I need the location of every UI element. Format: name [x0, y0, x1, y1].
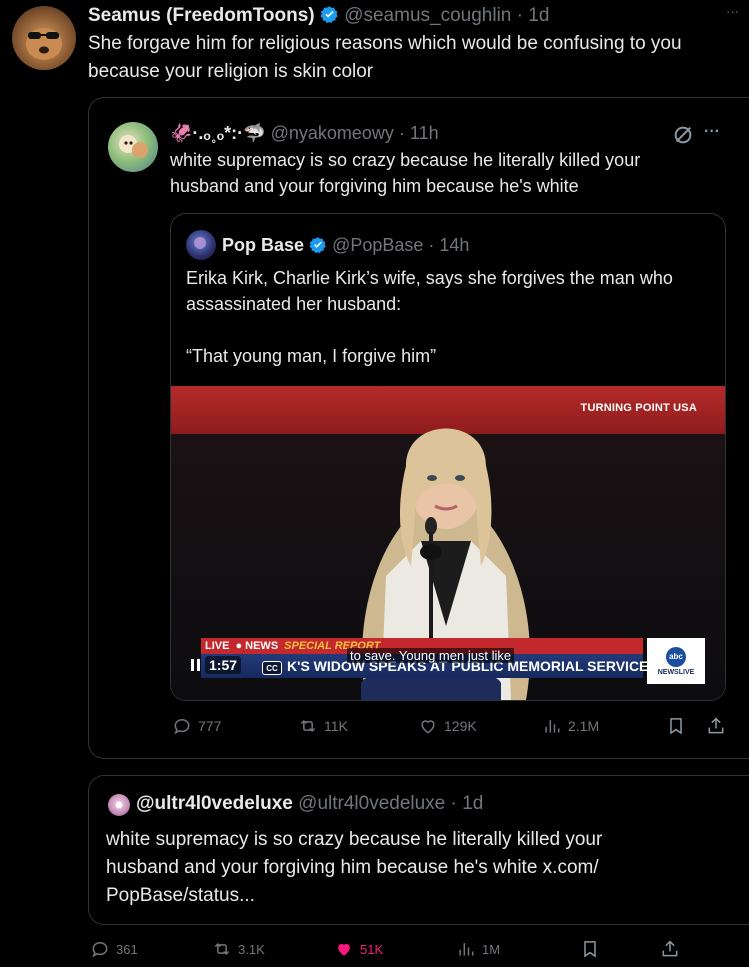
reply-text-line3: PopBase/status...	[106, 885, 255, 906]
heart-filled-icon	[338, 944, 350, 956]
reply-header: @ultr4l0vedeluxe @ultr4l0vedeluxe · 1d	[136, 792, 483, 816]
main-view-count: 1M	[482, 941, 501, 957]
nested-quote-text: Erika Kirk, Charlie Kirk’s wife, says sh…	[186, 265, 716, 369]
reply-text: white supremacy is so crazy because he l…	[106, 826, 736, 910]
heart-icon	[421, 720, 435, 734]
main-tweet-text: She forgave him for religious reasons wh…	[88, 30, 743, 86]
separator-dot: ·	[511, 5, 529, 26]
more-options-icon[interactable]: ···	[726, 4, 739, 19]
reply-handle[interactable]: @ultr4l0vedeluxe	[298, 793, 445, 814]
quoted-more-icon[interactable]: ···	[704, 123, 720, 141]
flower-avatar-icon	[115, 801, 123, 809]
main-like-count: 51K	[360, 941, 384, 957]
cartoon-avatar-icon	[119, 135, 148, 158]
share-icon[interactable]	[660, 939, 680, 959]
quoted-time[interactable]: 11h	[410, 123, 439, 143]
abc-logo-circle: abc	[666, 646, 686, 667]
reply-icon	[174, 718, 190, 735]
nested-quote-line: “That young man, I forgive him”	[186, 346, 437, 366]
quoted-like-count: 129K	[444, 718, 477, 734]
main-text-line2: because your religion is skin color	[88, 61, 374, 82]
quoted-handle[interactable]: @nyakomeowy	[271, 123, 394, 143]
quoted-views-button[interactable]: 2.1M	[542, 716, 599, 736]
popbase-avatar[interactable]	[186, 230, 216, 260]
closed-caption-text: to save. Young men just like	[347, 648, 515, 663]
separator-dot: ·	[423, 235, 440, 255]
news-label: ● NEWS	[235, 640, 279, 652]
quoted-tweet-text: white supremacy is so crazy because he l…	[170, 147, 730, 199]
microphone-icon	[420, 517, 442, 644]
grok-icon[interactable]	[672, 124, 694, 146]
separator-dot: ·	[445, 793, 463, 814]
main-like-button[interactable]: 51K	[334, 939, 383, 959]
quoted-repost-button[interactable]: 11K	[298, 716, 348, 736]
main-display-name[interactable]: Seamus (FreedomToons)	[88, 5, 315, 26]
views-chart-icon	[459, 943, 474, 956]
bookmark-icon[interactable]	[666, 716, 686, 736]
bookmark-icon[interactable]	[580, 939, 600, 959]
share-icon[interactable]	[706, 716, 726, 736]
quoted-avatar[interactable]	[108, 122, 158, 172]
video-player[interactable]: TURNING POINT USA LIVE ● NEWS SPECIAL RE…	[171, 386, 725, 700]
video-timestamp: 1:57	[205, 656, 242, 674]
separator-dot: ·	[393, 123, 410, 143]
views-chart-icon	[545, 720, 560, 733]
nested-text-line1: Erika Kirk, Charlie Kirk’s wife, says sh…	[186, 268, 673, 288]
stage-banner-text: TURNING POINT USA	[580, 402, 697, 414]
popbase-time[interactable]: 14h	[439, 235, 469, 255]
reply-icon	[92, 941, 108, 958]
pause-button[interactable]	[191, 659, 200, 671]
main-views-button[interactable]: 1M	[456, 939, 500, 959]
reply-display-name[interactable]: @ultr4l0vedeluxe	[136, 793, 293, 814]
popbase-handle[interactable]: @PopBase	[332, 235, 423, 255]
nested-text-line2: assassinated her husband:	[186, 294, 402, 314]
quoted-tweet-header: 🦑·.ₒ˳ₒ*:·🦈 @nyakomeowy · 11h	[170, 121, 439, 145]
cc-button[interactable]: CC	[262, 661, 282, 675]
repost-icon	[214, 942, 230, 956]
quoted-repost-count: 11K	[324, 718, 348, 734]
reply-time[interactable]: 1d	[462, 793, 483, 814]
abc-news-live-logo: abc NEWSLIVE	[647, 638, 705, 684]
quoted-reply-button[interactable]: 777	[172, 716, 221, 736]
reply-text-line2: husband and your forgiving him because h…	[106, 857, 599, 878]
main-repost-button[interactable]: 3.1K	[212, 939, 265, 959]
main-repost-count: 3.1K	[238, 941, 265, 957]
popbase-display-name[interactable]: Pop Base	[222, 235, 304, 255]
repost-icon	[300, 719, 316, 733]
reply-avatar[interactable]	[108, 794, 130, 816]
verified-badge-icon	[320, 6, 338, 24]
main-text-line1: She forgave him for religious reasons wh…	[88, 33, 682, 54]
popbase-logo-icon	[194, 237, 206, 249]
news-label-text: NEWS	[245, 640, 279, 652]
main-reply-count: 361	[116, 941, 138, 957]
quoted-text-line2: husband and your forgiving him because h…	[170, 176, 579, 196]
quoted-view-count: 2.1M	[568, 718, 600, 734]
live-label: LIVE	[205, 640, 230, 652]
main-tweet-header: Seamus (FreedomToons) @seamus_coughlin ·…	[88, 4, 549, 28]
quoted-like-button[interactable]: 129K	[418, 716, 477, 736]
main-handle[interactable]: @seamus_coughlin	[344, 5, 511, 26]
nested-quote-header: Pop Base @PopBase · 14h	[222, 233, 469, 257]
quoted-reply-count: 777	[198, 718, 222, 734]
newslive-label: NEWSLIVE	[657, 668, 695, 676]
dog-sunglasses-icon	[26, 28, 62, 60]
quoted-text-line1: white supremacy is so crazy because he l…	[170, 150, 641, 170]
verified-badge-icon	[309, 237, 326, 254]
reply-text-line1: white supremacy is so crazy because he l…	[106, 829, 603, 850]
main-time[interactable]: 1d	[528, 5, 549, 26]
quoted-display-name[interactable]: 🦑·.ₒ˳ₒ*:·🦈	[170, 123, 266, 143]
main-avatar[interactable]	[12, 6, 76, 70]
main-reply-button[interactable]: 361	[90, 939, 138, 959]
